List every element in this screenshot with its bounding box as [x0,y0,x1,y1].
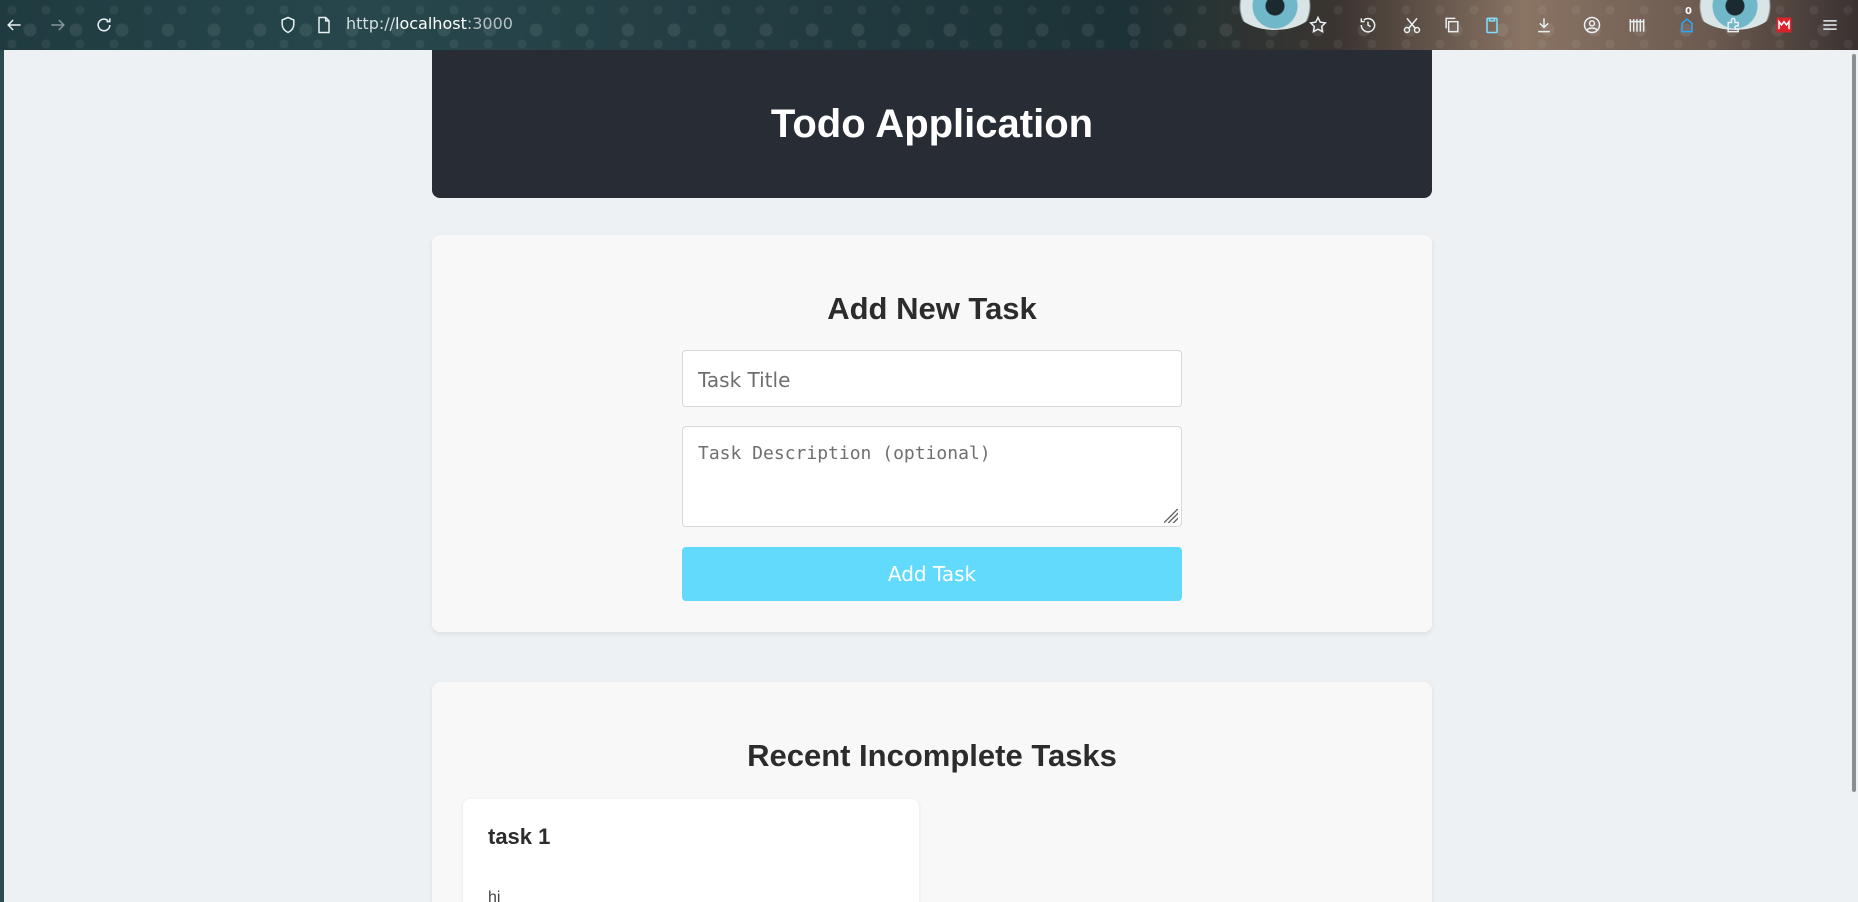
puzzle-icon[interactable] [1722,13,1746,37]
scrollbar-thumb[interactable] [1852,54,1856,792]
library-icon[interactable] [1625,13,1649,37]
extension-icon[interactable]: 0 [1675,7,1699,37]
reload-icon[interactable] [92,13,116,37]
task-title-placeholder: Task Title [698,368,791,392]
download-icon[interactable] [1532,13,1556,37]
mega-icon[interactable] [1772,13,1796,37]
add-task-card: Add New Task Task Title Task Description… [432,235,1432,632]
incomplete-tasks-card: Recent Incomplete Tasks task 1 hi [432,682,1432,902]
back-icon[interactable] [2,13,26,37]
task-title-input[interactable]: Task Title [682,350,1182,407]
history-icon[interactable] [1356,13,1380,37]
incomplete-tasks-heading: Recent Incomplete Tasks [747,738,1117,773]
clipboard-icon[interactable] [1480,13,1504,37]
app-header: Todo Application [432,50,1432,198]
window-edge [0,50,4,902]
page-scrollbar[interactable] [1850,50,1858,902]
add-task-button[interactable]: Add Task [682,547,1182,601]
resize-grip-icon[interactable] [1164,509,1178,523]
extension-badge: 0 [1685,6,1692,17]
task-description: hi [488,889,501,902]
page-icon [312,13,336,37]
add-task-heading: Add New Task [827,291,1037,326]
bookmark-star-icon[interactable] [1306,13,1330,37]
browser-toolbar: http://localhost:3000 0 [0,0,1858,50]
task-description-textarea[interactable]: Task Description (optional) [682,426,1182,527]
forward-icon[interactable] [46,13,70,37]
copy-icon[interactable] [1440,13,1464,37]
app-title: Todo Application [770,101,1094,146]
url-scheme: http:// [346,14,396,33]
menu-icon[interactable] [1818,13,1842,37]
scissors-icon[interactable] [1400,13,1424,37]
shield-icon[interactable] [276,13,300,37]
url-port: :3000 [466,14,513,33]
url-host: localhost [395,14,467,33]
task-title: task 1 [488,824,551,849]
task-card[interactable]: task 1 hi [463,799,919,902]
url-bar[interactable]: http://localhost:3000 [346,14,513,33]
task-description-placeholder: Task Description (optional) [698,443,991,464]
account-icon[interactable] [1580,13,1604,37]
